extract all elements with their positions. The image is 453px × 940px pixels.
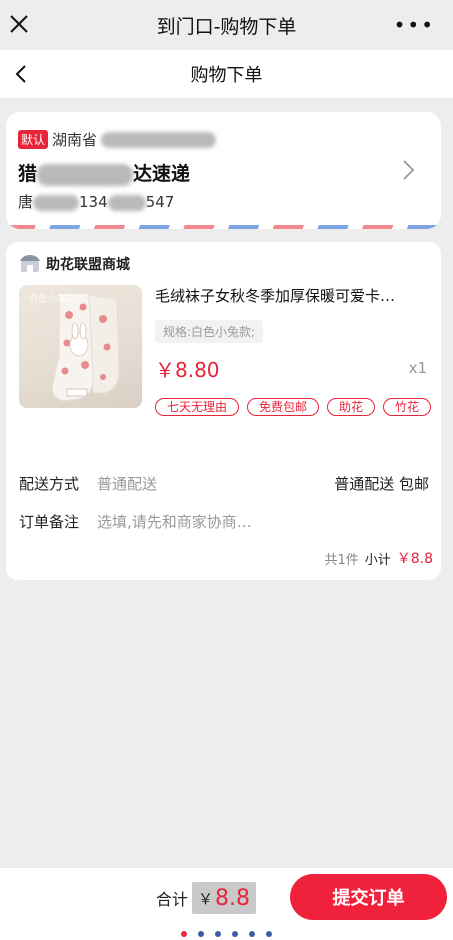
redacted-name [33,194,80,211]
page-title: 购物下单 [190,65,263,86]
store-header[interactable]: 助花联盟商城 [20,254,130,274]
contact-name: 唐 [18,193,34,211]
page-indicator [0,928,453,940]
delivery-label: 配送方式 [19,475,80,493]
phone-end: 547 [145,193,175,211]
window-title-bar: 到门口-购物下单 ••• [0,0,453,50]
thumb-label: 白色小兔款 [29,294,75,304]
page-dot[interactable] [198,931,204,937]
redacted-region [101,131,217,148]
total-amount-box: ￥ 8.8 [192,882,257,914]
remark-row: 订单备注 选填,请先和商家协商… [19,511,429,532]
address-card[interactable]: 默认 湖南省 猎 达速递 唐 134 547 [6,112,441,229]
item-count: 共1件 [324,552,359,568]
window-title: 到门口-购物下单 [156,15,297,38]
address-detail-end: 达速递 [133,163,191,185]
back-arrow-icon[interactable] [12,64,32,84]
subtotal: 共1件 小计 ￥8.8 [324,548,433,568]
airmail-border [6,225,441,229]
remark-input[interactable]: 选填,请先和商家协商… [97,511,252,532]
address-detail-start: 猎 [18,163,38,185]
delivery-row[interactable]: 配送方式 普通配送 普通配送 包邮 [19,473,429,494]
close-icon[interactable] [6,11,32,37]
submit-order-button[interactable]: 提交订单 [290,874,447,920]
product-spec: 规格:白色小兔款; [155,320,264,343]
product-quantity: x1 [408,359,427,377]
total-label: 合计 [156,890,189,909]
checkout-bar: 合计 ￥ 8.8 提交订单 [0,868,453,928]
product-image[interactable]: 白色小兔款 [19,285,142,408]
service-tag: 免费包邮 [247,398,320,416]
page-dot[interactable] [266,931,272,937]
product-price: ￥8.80 [155,358,220,382]
store-name: 助花联盟商城 [46,257,130,273]
phone-start: 134 [79,193,108,211]
store-icon [20,255,40,272]
order-card: 助花联盟商城 白色小兔款 毛绒袜子女秋冬季加厚保暖可爱卡… 规格:白色小兔款; … [6,242,441,580]
more-options-icon[interactable]: ••• [394,15,435,35]
page-dot[interactable] [249,931,255,937]
total-currency: ￥ [198,889,214,908]
subtotal-label: 小计 [364,552,391,568]
contact-line: 唐 134 547 [18,191,174,212]
product-title[interactable]: 毛绒袜子女秋冬季加厚保暖可爱卡… [155,285,430,306]
chevron-right-icon[interactable] [401,159,417,181]
page-header: 购物下单 [0,50,453,98]
page-dot[interactable] [232,931,238,937]
address-region: 默认 湖南省 [18,129,217,150]
address-detail: 猎 达速递 [18,159,190,186]
order-total: 合计 ￥ 8.8 [156,882,257,914]
address-province: 湖南省 [52,131,98,149]
remark-label: 订单备注 [19,513,80,531]
page-dot[interactable] [215,931,221,937]
subtotal-amount: ￥8.8 [396,551,433,567]
service-tag: 七天无理由 [155,398,240,416]
redacted-phone [107,194,146,211]
default-badge: 默认 [18,130,49,149]
service-tag: 助花 [327,398,376,416]
delivery-method: 普通配送 [97,475,158,493]
page-dot[interactable] [181,931,187,937]
delivery-summary: 普通配送 包邮 [334,475,429,493]
total-value: 8.8 [215,885,251,911]
redacted-detail [37,163,134,186]
service-tags: 七天无理由 免费包邮 助花 竹花 [155,398,435,416]
service-tag: 竹花 [383,398,432,416]
